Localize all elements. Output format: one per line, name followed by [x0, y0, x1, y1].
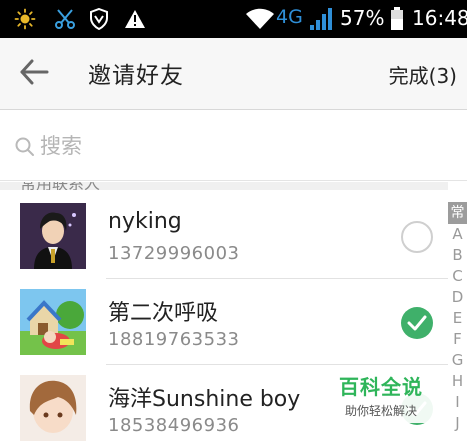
contact-name: 第二次呼吸 — [108, 301, 219, 326]
sun-icon — [12, 7, 38, 31]
contact-row[interactable]: 第二次呼吸 18819763533 — [0, 279, 448, 365]
search-icon — [14, 136, 36, 158]
section-header: 常用联系人 — [0, 182, 448, 190]
back-button[interactable] — [16, 58, 52, 90]
index-letter[interactable]: D — [448, 287, 467, 308]
wifi-icon — [244, 7, 276, 31]
page-title: 邀请好友 — [88, 63, 184, 89]
signal-icon — [308, 7, 334, 31]
avatar — [20, 203, 86, 269]
section-title: 常用联系人 — [20, 182, 100, 190]
index-letter[interactable]: H — [448, 371, 467, 392]
network-type: 4G — [276, 6, 303, 28]
done-button[interactable]: 完成(3) — [389, 60, 457, 89]
index-letter[interactable]: A — [448, 224, 467, 245]
contact-phone: 18819763533 — [108, 329, 240, 350]
index-letter[interactable]: F — [448, 329, 467, 350]
shield-icon — [86, 7, 112, 31]
avatar — [20, 375, 86, 441]
contact-phone: 13729996003 — [108, 243, 240, 264]
index-letter[interactable]: B — [448, 245, 467, 266]
app-header: 邀请好友 完成(3) — [0, 38, 467, 110]
contact-phone: 18538496936 — [108, 415, 240, 436]
index-letter[interactable]: J — [448, 413, 467, 434]
index-letter[interactable]: G — [448, 350, 467, 371]
index-letter[interactable]: I — [448, 392, 467, 413]
watermark: 百科全说 助你轻松解决 — [325, 365, 437, 423]
battery-icon — [388, 7, 406, 31]
contact-name: nyking — [108, 209, 182, 234]
avatar — [20, 289, 86, 355]
clock: 16:48 — [412, 6, 467, 30]
arrow-left-icon — [19, 59, 49, 89]
index-frequent[interactable]: 常 — [448, 202, 467, 224]
index-letter[interactable]: E — [448, 308, 467, 329]
status-bar: 4G 57% 16:48 — [0, 0, 467, 38]
watermark-title: 百科全说 — [339, 375, 423, 399]
search-bar — [0, 111, 467, 181]
watermark-subtitle: 助你轻松解决 — [344, 404, 417, 418]
alphabet-index[interactable]: 常 A B C D E F G H I J — [448, 202, 467, 434]
unchecked-circle-icon[interactable] — [401, 221, 433, 253]
search-input[interactable] — [40, 129, 440, 163]
contact-row[interactable]: nyking 13729996003 — [0, 193, 448, 279]
contact-name: 海洋Sunshine boy — [108, 387, 301, 412]
index-letter[interactable]: C — [448, 266, 467, 287]
checked-circle-icon[interactable] — [401, 307, 433, 339]
scissors-icon — [52, 7, 78, 31]
warning-icon — [122, 7, 148, 31]
battery-percent: 57% — [340, 6, 385, 30]
